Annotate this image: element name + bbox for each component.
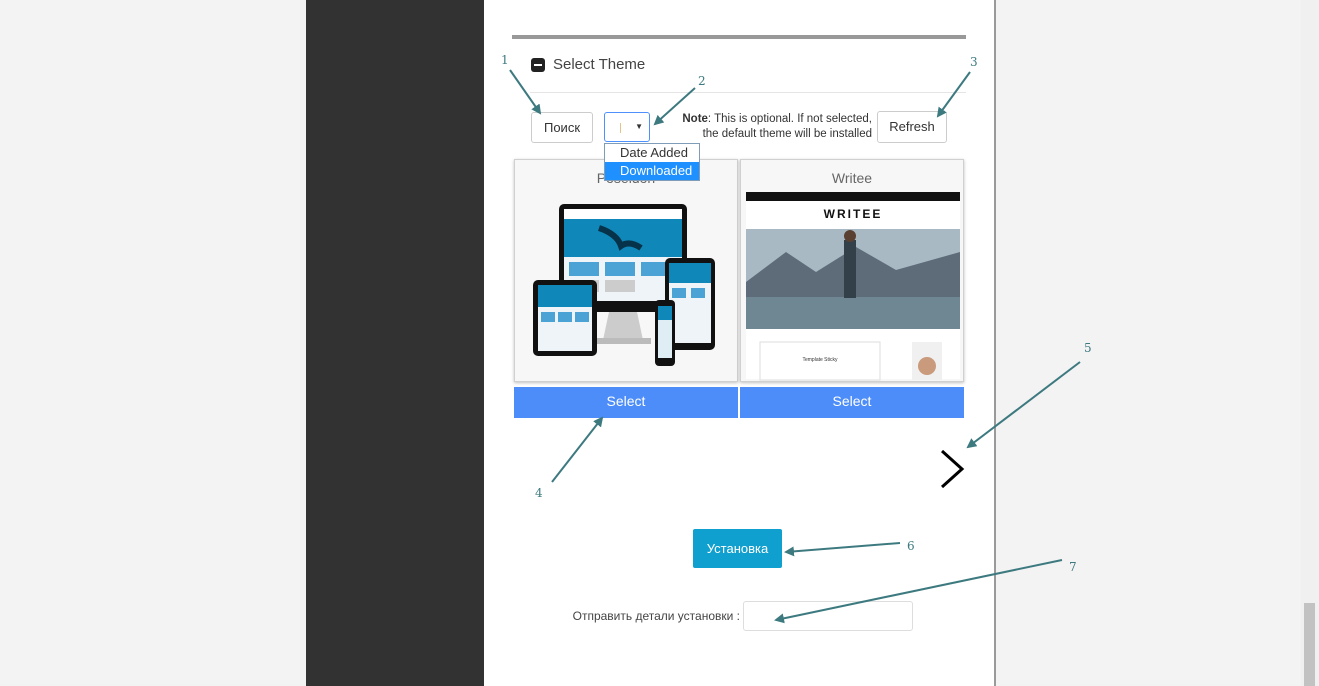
dropdown-option-downloaded[interactable]: Downloaded xyxy=(605,162,699,180)
dropdown-option-date-added[interactable]: Date Added xyxy=(605,144,699,162)
annotation-number: 4 xyxy=(535,486,543,500)
theme-title: Writee xyxy=(831,170,873,186)
section-title: Select Theme xyxy=(553,56,646,73)
annotation-number: 5 xyxy=(1084,341,1092,355)
section-underline xyxy=(530,92,966,93)
writee-post-title: Template Sticky xyxy=(802,357,838,363)
annotation-number: 3 xyxy=(970,55,978,69)
annotation-number: 6 xyxy=(907,539,915,553)
caret-down-icon: ▼ xyxy=(635,122,643,131)
writee-logo-text: WRITEE xyxy=(823,207,883,221)
annotation-number: 7 xyxy=(1069,560,1077,574)
scrollbar-track[interactable] xyxy=(1301,0,1319,686)
search-button[interactable]: Поиск xyxy=(531,112,593,143)
note-line2: the default theme will be installed xyxy=(702,128,872,140)
send-details-input[interactable] xyxy=(743,601,913,631)
install-button[interactable]: Установка xyxy=(693,529,782,568)
sort-dropdown-menu: Date Added Downloaded xyxy=(604,143,700,181)
divider xyxy=(512,35,966,39)
theme-card-writee[interactable]: Writee WRITEE Template Sticky xyxy=(740,159,964,382)
select-theme-button[interactable]: Select xyxy=(514,387,738,418)
text-cursor xyxy=(620,123,621,133)
theme-card-poseidon[interactable]: Poseidon xyxy=(514,159,738,382)
optional-note: Note: This is optional. If not selected,… xyxy=(676,112,872,142)
minus-square-icon[interactable] xyxy=(531,58,545,72)
annotation-number: 1 xyxy=(501,53,509,67)
sort-select[interactable]: ▼ xyxy=(604,112,650,142)
left-dark-panel xyxy=(306,0,484,686)
note-line1: : This is optional. If not selected, xyxy=(707,113,872,125)
refresh-button[interactable]: Refresh xyxy=(877,111,947,143)
scrollbar-thumb[interactable] xyxy=(1304,603,1315,686)
select-theme-button[interactable]: Select xyxy=(740,387,964,418)
note-bold: Note xyxy=(682,113,708,125)
annotation-number: 2 xyxy=(698,74,706,88)
poseidon-preview-image xyxy=(533,204,715,366)
chevron-right-icon[interactable] xyxy=(934,448,974,490)
send-details-label: Отправить детали установки : xyxy=(572,609,740,623)
